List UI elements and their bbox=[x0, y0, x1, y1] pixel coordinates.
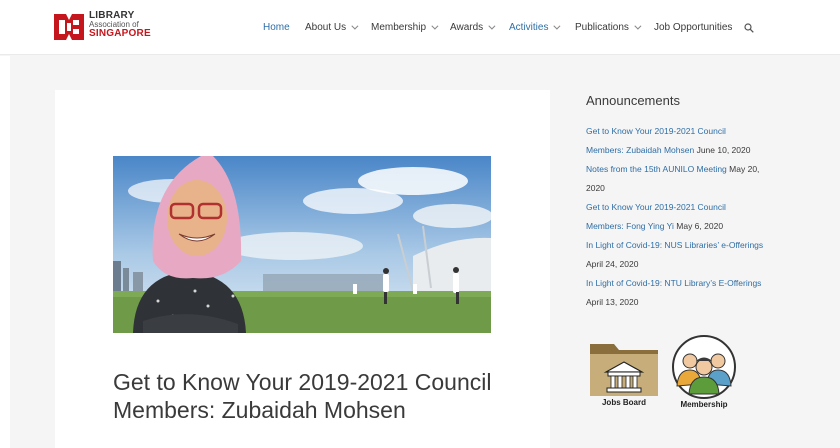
group-people-icon bbox=[672, 335, 736, 399]
nav-label: Job Opportunities bbox=[654, 22, 733, 33]
nav-label: Home bbox=[263, 22, 290, 33]
search-icon[interactable] bbox=[744, 23, 754, 33]
left-frame-strip bbox=[0, 56, 10, 448]
site-logo[interactable]: LIBRARY Association of SINGAPORE bbox=[52, 11, 151, 43]
nav-label: Publications bbox=[575, 22, 629, 33]
announcement-item: In Light of Covid-19: NTU Library’s E-Of… bbox=[586, 274, 766, 312]
logo-line-singapore: SINGAPORE bbox=[89, 28, 151, 39]
announcement-link[interactable]: In Light of Covid-19: NTU Library’s E-Of… bbox=[586, 278, 761, 288]
nav-item-about-us[interactable]: About Us bbox=[305, 22, 359, 33]
jobs-board-widget[interactable]: Jobs Board bbox=[586, 334, 662, 408]
logo-text: LIBRARY Association of SINGAPORE bbox=[89, 11, 151, 39]
nav-item-awards[interactable]: Awards bbox=[450, 22, 496, 33]
jobs-board-label: Jobs Board bbox=[602, 398, 646, 407]
announcement-item: In Light of Covid-19: NUS Libraries’ e-O… bbox=[586, 236, 766, 274]
nav-label: Awards bbox=[450, 22, 484, 33]
membership-widget[interactable]: Membership bbox=[668, 334, 740, 410]
folder-building-icon bbox=[590, 344, 658, 396]
featured-image[interactable] bbox=[113, 156, 491, 333]
announcement-item: Get to Know Your 2019-2021 Council Membe… bbox=[586, 122, 766, 160]
announcement-item: Get to Know Your 2019-2021 Council Membe… bbox=[586, 198, 766, 236]
las-logo-icon bbox=[54, 14, 84, 40]
announcement-date: June 10, 2020 bbox=[696, 145, 751, 155]
nav-label: About Us bbox=[305, 22, 347, 33]
chevron-down-icon bbox=[634, 22, 642, 30]
announcement-date: April 24, 2020 bbox=[586, 259, 639, 269]
nav-item-home[interactable]: Home bbox=[263, 22, 290, 33]
nav-item-publications[interactable]: Publications bbox=[575, 22, 642, 33]
chevron-down-icon bbox=[351, 22, 359, 30]
article-title[interactable]: Get to Know Your 2019-2021 Council Membe… bbox=[113, 368, 503, 424]
nav-label: Membership bbox=[371, 22, 427, 33]
announcements-list: Get to Know Your 2019-2021 Council Membe… bbox=[586, 122, 766, 312]
chevron-down-icon bbox=[553, 22, 561, 30]
announcement-link[interactable]: Notes from the 15th AUNILO Meeting bbox=[586, 164, 727, 174]
nav-item-job-opportunities[interactable]: Job Opportunities bbox=[654, 22, 732, 33]
announcement-item: Notes from the 15th AUNILO Meeting May 2… bbox=[586, 160, 766, 198]
announcement-date: May 6, 2020 bbox=[676, 221, 724, 231]
membership-label: Membership bbox=[680, 400, 727, 409]
nav-label: Activities bbox=[509, 22, 549, 33]
article-card: Get to Know Your 2019-2021 Council Membe… bbox=[55, 90, 550, 448]
announcements-heading: Announcements bbox=[586, 93, 680, 108]
site-header: LIBRARY Association of SINGAPORE Home Ab… bbox=[0, 0, 840, 55]
nav-item-activities[interactable]: Activities bbox=[509, 22, 561, 33]
nav-item-membership[interactable]: Membership bbox=[371, 22, 439, 33]
announcement-date: April 13, 2020 bbox=[586, 297, 639, 307]
chevron-down-icon bbox=[488, 22, 496, 30]
announcement-link[interactable]: In Light of Covid-19: NUS Libraries’ e-O… bbox=[586, 240, 763, 250]
chevron-down-icon bbox=[431, 22, 439, 30]
